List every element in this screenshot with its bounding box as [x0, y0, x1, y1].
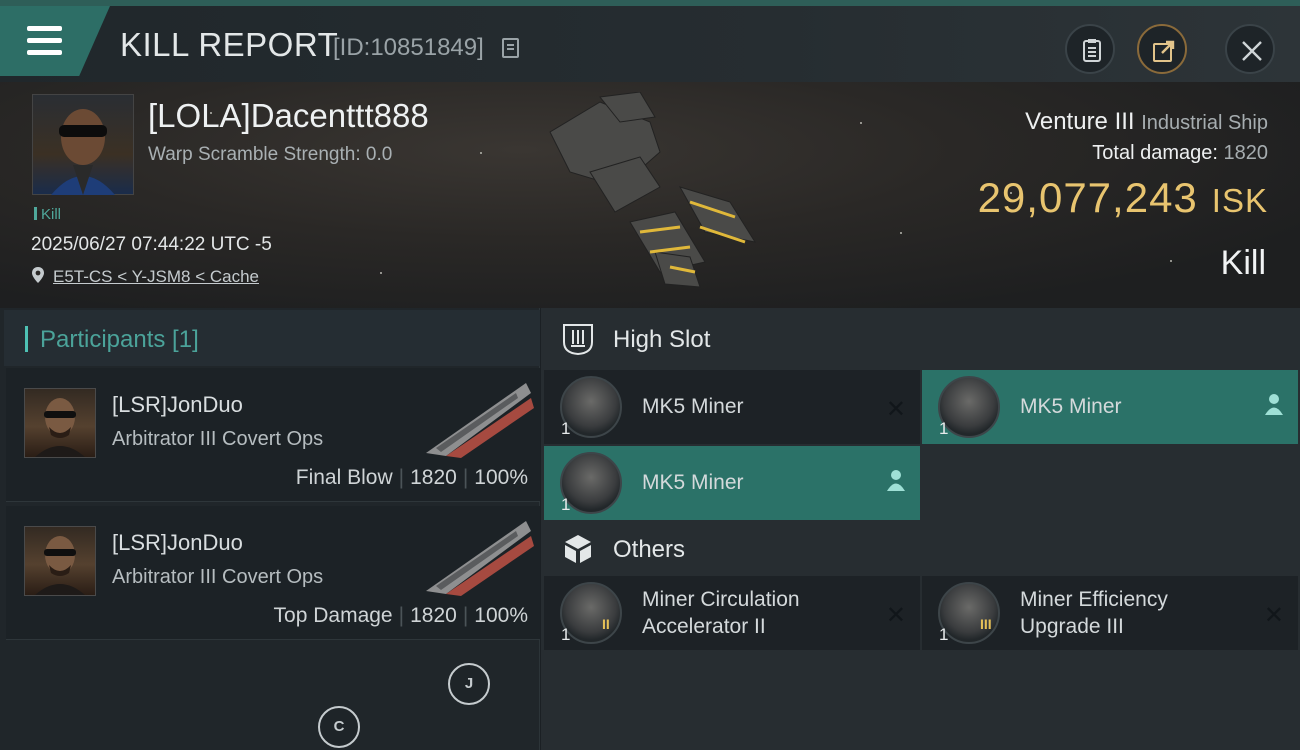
- fitting-panel: High Slot 1 MK5 Miner ✕ 1 MK5 Miner 1 MK…: [541, 308, 1300, 750]
- participant-ship: Arbitrator III Covert Ops: [112, 428, 324, 450]
- total-damage-label: Total damage:: [1092, 142, 1218, 164]
- participant-ship: Arbitrator III Covert Ops: [112, 566, 324, 588]
- location-pin-icon: [32, 267, 44, 283]
- high-slot-title: High Slot: [613, 326, 711, 353]
- menu-button[interactable]: [0, 6, 110, 76]
- participant-avatar[interactable]: [24, 526, 96, 596]
- module-slot[interactable]: 1 MK5 Miner: [922, 370, 1298, 444]
- participant-percent: 100%: [474, 466, 528, 489]
- victim-name[interactable]: [LOLA]Dacenttt888: [148, 97, 429, 135]
- hamburger-icon: [27, 26, 62, 31]
- copy-icon[interactable]: [502, 38, 519, 58]
- participants-title: Participants [1]: [40, 326, 199, 353]
- isk-amount: 29,077,243: [977, 174, 1198, 221]
- module-slot[interactable]: II 1 Miner Circulation Accelerator II ✕: [544, 576, 920, 650]
- clipboard-icon: [1083, 39, 1101, 62]
- module-tier: III: [980, 616, 992, 632]
- module-qty: 1: [561, 495, 571, 514]
- total-damage: Total damage: 1820: [1092, 142, 1268, 165]
- high-slot-icon: [563, 324, 593, 356]
- kill-tag: Kill: [34, 206, 61, 223]
- location-link[interactable]: E5T-CS < Y-JSM8 < Cache: [53, 267, 259, 287]
- module-name: MK5 Miner: [1020, 395, 1122, 418]
- participant-role: Final Blow: [295, 466, 393, 489]
- isk-value: 29,077,243 ISK: [978, 174, 1268, 222]
- cube-icon: [565, 535, 591, 563]
- notes-button[interactable]: [1065, 24, 1115, 74]
- x-icon: ✕: [885, 602, 906, 629]
- module-qty: 1: [561, 625, 571, 644]
- participant-stats: Top Damage | 1820 | 100%: [273, 604, 528, 627]
- module-tier: II: [602, 616, 610, 632]
- module-name: MK5 Miner: [642, 395, 744, 418]
- x-icon: ✕: [885, 396, 906, 423]
- participant-ship-image: [426, 521, 534, 596]
- module-name: Miner Efficiency Upgrade III: [1020, 588, 1168, 638]
- module-qty: 1: [939, 625, 949, 644]
- isk-unit: ISK: [1211, 182, 1268, 219]
- module-slot[interactable]: III 1 Miner Efficiency Upgrade III ✕: [922, 576, 1298, 650]
- others-title: Others: [613, 536, 686, 563]
- pilot-icon: [1265, 394, 1283, 415]
- kill-result: Kill: [1220, 244, 1266, 282]
- victim-avatar[interactable]: [32, 94, 134, 195]
- x-icon: ✕: [1263, 602, 1284, 629]
- close-button[interactable]: [1225, 24, 1275, 74]
- participants-header: Participants [1]: [4, 310, 540, 366]
- victim-ship-type: Venture III Industrial Ship: [1025, 108, 1268, 136]
- participant-card[interactable]: [LSR]JonDuo Arbitrator III Covert Ops Fi…: [6, 368, 540, 502]
- participant-ship-image: [426, 383, 534, 458]
- warp-scramble-strength: Warp Scramble Strength: 0.0: [148, 144, 393, 165]
- kill-datetime: 2025/06/27 07:44:22 UTC -5: [31, 234, 272, 255]
- participant-percent: 100%: [474, 604, 528, 627]
- participant-role: Top Damage: [273, 604, 393, 627]
- participant-card[interactable]: [LSR]JonDuo Arbitrator III Covert Ops To…: [6, 506, 540, 640]
- participant-damage: 1820: [410, 466, 457, 489]
- pilot-icon: [887, 470, 905, 491]
- marker-c[interactable]: C: [318, 706, 360, 748]
- module-slot[interactable]: 1 MK5 Miner ✕: [544, 370, 920, 444]
- participant-name[interactable]: [LSR]JonDuo: [112, 530, 243, 556]
- report-id: [ID:10851849]: [333, 34, 484, 61]
- participant-damage: 1820: [410, 604, 457, 627]
- share-button[interactable]: [1137, 24, 1187, 74]
- ship-name[interactable]: Venture III: [1025, 108, 1134, 135]
- module-name: Miner Circulation Accelerator II: [642, 588, 800, 638]
- victim-ship-image: [549, 92, 757, 288]
- close-icon: [1242, 41, 1262, 61]
- module-name: MK5 Miner: [642, 471, 744, 494]
- marker-j[interactable]: J: [448, 663, 490, 705]
- victim-hero: [LOLA]Dacenttt888 Warp Scramble Strength…: [0, 82, 1300, 308]
- module-slot[interactable]: 1 MK5 Miner: [544, 446, 920, 520]
- header-bar: KILL REPORT [ID:10851849]: [0, 6, 1300, 82]
- participant-name[interactable]: [LSR]JonDuo: [112, 392, 243, 418]
- ship-class: Industrial Ship: [1141, 112, 1268, 134]
- participant-stats: Final Blow | 1820 | 100%: [295, 466, 528, 489]
- participant-avatar[interactable]: [24, 388, 96, 458]
- module-qty: 1: [939, 419, 949, 438]
- participants-panel: Participants [1] [LSR]JonDuo Arbitrator …: [0, 308, 540, 750]
- total-damage-value: 1820: [1223, 142, 1269, 164]
- page-title: KILL REPORT: [120, 26, 339, 63]
- module-qty: 1: [561, 419, 571, 438]
- share-icon: [1153, 40, 1175, 62]
- high-slot-header: High Slot: [541, 308, 1300, 370]
- others-header: Others: [541, 518, 1300, 580]
